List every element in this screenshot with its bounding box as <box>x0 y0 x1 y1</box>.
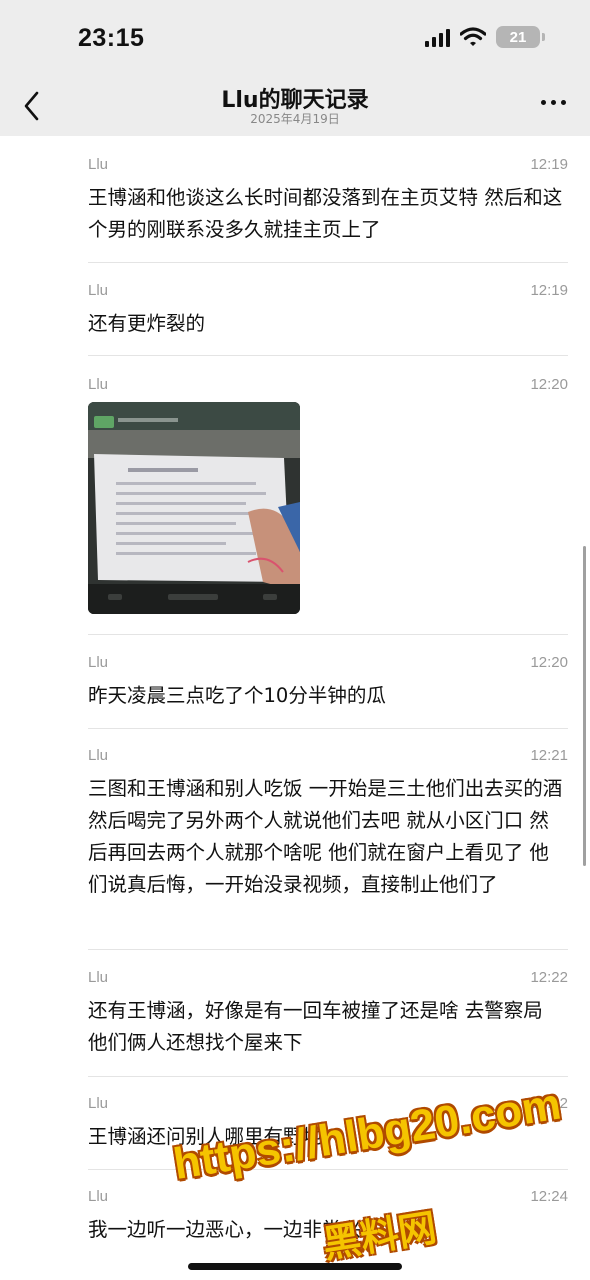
message-time: 12:24 <box>530 1188 568 1205</box>
message-sender: Llu <box>88 747 109 764</box>
chat-message: Llu 12:22 还有王博涵，好像是有一回车被撞了还是啥 去警察局 他们俩人还… <box>88 969 568 1069</box>
message-text: 王博涵和他谈这么长时间都没落到在主页艾特 然后和这个男的刚联系没多久就挂主页上了 <box>88 186 563 241</box>
message-time: 12:20 <box>530 376 568 393</box>
more-options-icon[interactable] <box>541 100 566 105</box>
page-subtitle: 2025年4月19日 <box>250 112 340 126</box>
document-photo-image <box>88 402 300 614</box>
cellular-signal-icon <box>425 27 450 47</box>
message-time: 12:19 <box>530 282 568 299</box>
message-divider <box>88 949 568 950</box>
message-divider <box>88 1169 568 1170</box>
status-bar: 23:15 21 <box>0 0 590 80</box>
chat-message: Llu 12:20 昨天凌晨三点吃了个10分半钟的瓜 <box>88 654 568 714</box>
message-sender: Llu <box>88 376 109 393</box>
chat-message: Llu 12:19 还有更炸裂的 <box>88 282 568 342</box>
message-time: 12:22 <box>530 969 568 986</box>
message-time: 12:21 <box>530 747 568 764</box>
chat-message: Llu 12:20 <box>88 376 568 616</box>
message-time: 12:19 <box>530 156 568 173</box>
scrollbar[interactable] <box>583 546 586 866</box>
battery-icon: 21 <box>496 26 545 48</box>
message-time: 12:20 <box>530 654 568 671</box>
message-divider <box>88 634 568 635</box>
message-sender: Llu <box>88 1188 109 1205</box>
status-time: 23:15 <box>78 24 145 52</box>
message-sender: Llu <box>88 1095 109 1112</box>
message-text: 昨天凌晨三点吃了个10分半钟的瓜 <box>88 684 386 707</box>
message-divider <box>88 262 568 263</box>
message-sender: Llu <box>88 654 109 671</box>
message-divider <box>88 728 568 729</box>
status-icons: 21 <box>425 26 545 48</box>
nav-bar: Llu的聊天记录 2025年4月19日 <box>0 80 590 136</box>
message-sender: Llu <box>88 969 109 986</box>
message-text: 还有王博涵，好像是有一回车被撞了还是啥 去警察局 他们俩人还想找个屋来下 <box>88 999 543 1054</box>
chat-message: Llu 12:21 三图和王博涵和别人吃饭 一开始是三土他们出去买的酒 然后喝完… <box>88 747 568 947</box>
home-indicator[interactable] <box>188 1263 402 1270</box>
message-text: 还有更炸裂的 <box>88 312 206 335</box>
message-sender: Llu <box>88 282 109 299</box>
message-sender: Llu <box>88 156 109 173</box>
message-text: 三图和王博涵和别人吃饭 一开始是三土他们出去买的酒 然后喝完了另外两个人就说他们… <box>88 777 563 896</box>
battery-level: 21 <box>509 28 527 46</box>
wifi-icon <box>460 27 486 46</box>
message-divider <box>88 355 568 356</box>
chat-message: Llu 12:19 王博涵和他谈这么长时间都没落到在主页艾特 然后和这个男的刚联… <box>88 156 568 256</box>
image-thumbnail[interactable] <box>88 402 300 614</box>
message-divider <box>88 1076 568 1077</box>
